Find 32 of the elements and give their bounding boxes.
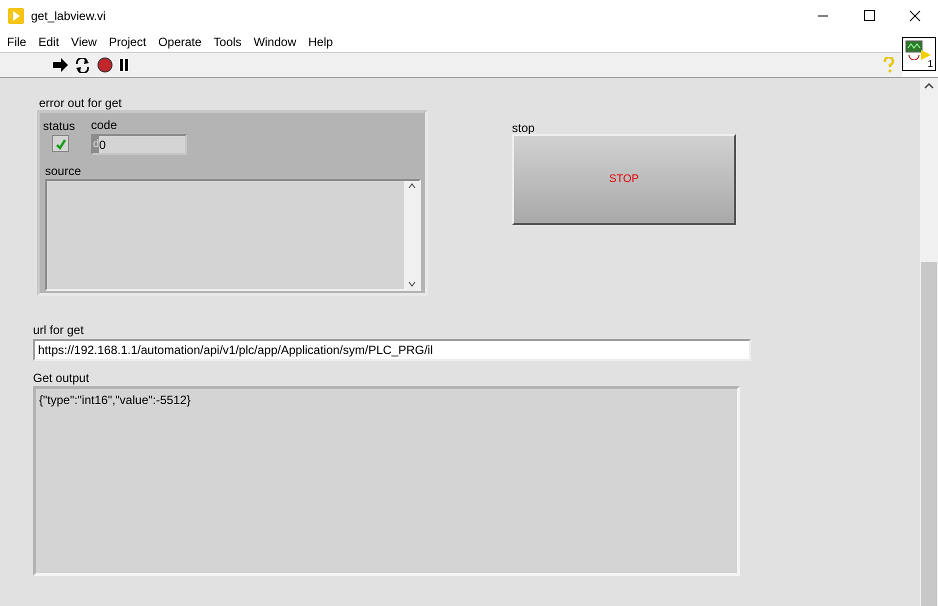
scroll-up-icon[interactable] [408,183,416,189]
menu-item[interactable]: Tools [208,32,248,50]
menu-item[interactable]: Help [302,32,339,50]
menu-item[interactable]: Edit [32,32,66,50]
code-value: 0 [99,136,106,154]
vi-icon-drawing [905,40,933,60]
source-scrollbar[interactable] [404,181,419,289]
cluster-label: error out for get [39,95,122,112]
vi-icon-label: 1 [927,60,933,70]
abort-icon[interactable] [97,57,113,73]
menu-item[interactable]: View [65,32,103,50]
status-label: status [43,118,76,135]
source-label: source [45,163,82,180]
app-icon [8,8,24,24]
menu-item[interactable]: Project [102,32,152,50]
run-continuously-icon[interactable] [74,58,91,72]
pause-icon[interactable] [119,59,129,71]
scroll-down-icon[interactable] [408,281,416,287]
menu-item[interactable]: File [1,32,32,50]
radix-indicator: d [93,136,100,153]
menu-item[interactable]: Operate [152,32,208,50]
url-label: url for get [33,322,84,339]
scrollbar-thumb[interactable] [921,262,937,606]
url-field[interactable]: https://192.168.1.1/automation/api/v1/plc/app/Application/sym/PLC_PRG/il [33,339,751,361]
output-field: {"type":"int16","value":-5512} [33,386,740,576]
stop-label: stop [512,120,535,137]
panel-scrollbar[interactable] [920,78,938,606]
window-title: get_labview.vi [31,8,106,24]
menu-item[interactable]: Window [248,32,302,50]
output-label: Get output [33,370,90,387]
run-arrow-icon[interactable] [52,58,69,72]
code-label: code [91,117,118,134]
